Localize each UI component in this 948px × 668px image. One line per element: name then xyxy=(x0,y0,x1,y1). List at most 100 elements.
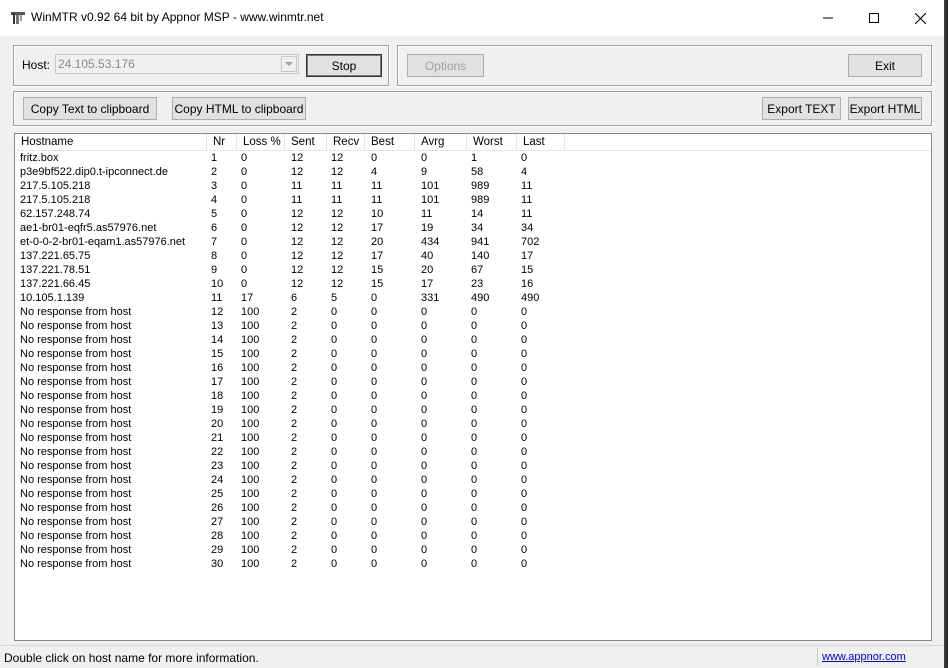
table-row[interactable]: fritz.box 1 0 12 12 0 0 1 0 xyxy=(15,151,931,165)
table-row[interactable]: et-0-0-2-br01-eqam1.as57976.net 7 0 12 12 20 4… xyxy=(15,235,931,249)
exit-button[interactable]: Exit xyxy=(848,54,922,77)
value-cell: 331 xyxy=(421,292,440,304)
value-cell: 0 xyxy=(331,376,338,388)
column-header-hostname[interactable]: Hostname xyxy=(15,134,207,150)
value-cell: 100 xyxy=(241,558,260,570)
value-cell: 16 xyxy=(211,362,224,374)
column-header-last[interactable]: Last xyxy=(517,134,565,150)
table-row[interactable]: 10.105.1.139 11 17 6 5 0 331 490 490 xyxy=(15,291,931,305)
chevron-down-icon xyxy=(285,61,293,66)
table-row[interactable]: No response from host 17 100 2 0 0 0 0 0 xyxy=(15,375,931,389)
value-cell: 15 xyxy=(371,278,384,290)
hostname-cell: No response from host xyxy=(20,516,132,528)
value-cell: 11 xyxy=(331,180,343,192)
hostname-cell: No response from host xyxy=(20,544,132,556)
table-row[interactable]: No response from host 28 100 2 0 0 0 0 0 xyxy=(15,529,931,543)
table-row[interactable]: No response from host 25 100 2 0 0 0 0 0 xyxy=(15,487,931,501)
table-row[interactable]: No response from host 19 100 2 0 0 0 0 0 xyxy=(15,403,931,417)
table-row[interactable]: No response from host 18 100 2 0 0 0 0 0 xyxy=(15,389,931,403)
value-cell: 27 xyxy=(211,516,224,528)
table-row[interactable]: No response from host 23 100 2 0 0 0 0 0 xyxy=(15,459,931,473)
hostname-cell: 217.5.105.218 xyxy=(20,180,91,192)
table-row[interactable]: No response from host 22 100 2 0 0 0 0 0 xyxy=(15,445,931,459)
value-cell: 0 xyxy=(471,488,478,500)
value-cell: 20 xyxy=(371,236,384,248)
table-row[interactable]: No response from host 20 100 2 0 0 0 0 0 xyxy=(15,417,931,431)
column-header-best[interactable]: Best xyxy=(365,134,415,150)
table-row[interactable]: 62.157.248.74 5 0 12 12 10 11 14 11 xyxy=(15,207,931,221)
value-cell: 100 xyxy=(241,460,260,472)
column-header-avrg[interactable]: Avrg xyxy=(415,134,467,150)
maximize-button[interactable] xyxy=(851,0,897,36)
table-row[interactable]: No response from host 26 100 2 0 0 0 0 0 xyxy=(15,501,931,515)
table-row[interactable]: 137.221.65.75 8 0 12 12 17 40 140 17 xyxy=(15,249,931,263)
value-cell: 100 xyxy=(241,334,260,346)
value-cell: 24 xyxy=(211,474,224,486)
value-cell: 0 xyxy=(421,544,428,556)
host-input[interactable] xyxy=(58,56,278,72)
hostname-cell: p3e9bf522.dip0.t-ipconnect.de xyxy=(20,166,169,178)
list-header: Hostname Nr Loss % Sent Recv Best Avrg Worst Las… xyxy=(15,134,931,151)
export-html-button[interactable]: Export HTML xyxy=(848,97,922,120)
value-cell: 0 xyxy=(471,530,478,542)
winmtr-icon xyxy=(11,12,25,24)
value-cell: 0 xyxy=(521,488,528,500)
options-button[interactable]: Options xyxy=(407,54,484,77)
value-cell: 0 xyxy=(371,488,378,500)
status-link-pane: www.appnor.com xyxy=(817,648,943,666)
value-cell: 702 xyxy=(521,236,540,248)
value-cell: 9 xyxy=(211,264,218,276)
table-row[interactable]: No response from host 13 100 2 0 0 0 0 0 xyxy=(15,319,931,333)
title-bar[interactable]: WinMTR v0.92 64 bit by Appnor MSP - www.… xyxy=(0,0,944,36)
table-row[interactable]: No response from host 16 100 2 0 0 0 0 0 xyxy=(15,361,931,375)
column-header-worst[interactable]: Worst xyxy=(467,134,517,150)
table-row[interactable]: No response from host 30 100 2 0 0 0 0 0 xyxy=(15,557,931,571)
copy-text-button[interactable]: Copy Text to clipboard xyxy=(23,97,157,120)
table-row[interactable]: No response from host 27 100 2 0 0 0 0 0 xyxy=(15,515,931,529)
table-row[interactable]: 217.5.105.218 3 0 11 11 11 101 989 11 xyxy=(15,179,931,193)
value-cell: 0 xyxy=(521,474,528,486)
value-cell: 12 xyxy=(291,208,304,220)
appnor-link[interactable]: www.appnor.com xyxy=(822,651,906,663)
value-cell: 15 xyxy=(211,348,224,360)
value-cell: 12 xyxy=(291,264,304,276)
host-combobox[interactable] xyxy=(55,54,299,74)
value-cell: 100 xyxy=(241,320,260,332)
hostname-cell: No response from host xyxy=(20,334,132,346)
column-header-loss[interactable]: Loss % xyxy=(237,134,285,150)
status-text: Double click on host name for more infor… xyxy=(4,651,259,665)
value-cell: 58 xyxy=(471,166,484,178)
value-cell: 2 xyxy=(211,166,218,178)
table-row[interactable]: 137.221.66.45 10 0 12 12 15 17 23 16 xyxy=(15,277,931,291)
close-button[interactable] xyxy=(897,0,943,36)
value-cell: 0 xyxy=(331,404,338,416)
table-row[interactable]: No response from host 24 100 2 0 0 0 0 0 xyxy=(15,473,931,487)
table-row[interactable]: No response from host 21 100 2 0 0 0 0 0 xyxy=(15,431,931,445)
table-row[interactable]: 137.221.78.51 9 0 12 12 15 20 67 15 xyxy=(15,263,931,277)
table-row[interactable]: No response from host 14 100 2 0 0 0 0 0 xyxy=(15,333,931,347)
column-header-nr[interactable]: Nr xyxy=(207,134,237,150)
copy-html-button[interactable]: Copy HTML to clipboard xyxy=(172,97,306,120)
table-row[interactable]: 217.5.105.218 4 0 11 11 11 101 989 11 xyxy=(15,193,931,207)
value-cell: 11 xyxy=(331,194,343,206)
results-list[interactable]: Hostname Nr Loss % Sent Recv Best Avrg Worst Las… xyxy=(14,133,932,641)
column-header-sent[interactable]: Sent xyxy=(285,134,327,150)
value-cell: 17 xyxy=(241,292,254,304)
value-cell: 100 xyxy=(241,446,260,458)
table-row[interactable]: ae1-br01-eqfr5.as57976.net 6 0 12 12 17 19 34 34 xyxy=(15,221,931,235)
stop-button[interactable]: Stop xyxy=(306,54,382,77)
host-dropdown-button[interactable] xyxy=(281,56,297,72)
minimize-button[interactable] xyxy=(805,0,851,36)
table-row[interactable]: No response from host 29 100 2 0 0 0 0 0 xyxy=(15,543,931,557)
value-cell: 12 xyxy=(331,264,344,276)
table-row[interactable]: p3e9bf522.dip0.t-ipconnect.de 2 0 12 12 4 9 58 4 xyxy=(15,165,931,179)
value-cell: 0 xyxy=(371,404,378,416)
table-row[interactable]: No response from host 12 100 2 0 0 0 0 0 xyxy=(15,305,931,319)
window-title: WinMTR v0.92 64 bit by Appnor MSP - www.… xyxy=(31,10,324,24)
export-text-button[interactable]: Export TEXT xyxy=(762,97,841,120)
hostname-cell: 62.157.248.74 xyxy=(20,208,91,220)
value-cell: 0 xyxy=(421,516,428,528)
column-header-recv[interactable]: Recv xyxy=(327,134,365,150)
value-cell: 17 xyxy=(371,250,384,262)
table-row[interactable]: No response from host 15 100 2 0 0 0 0 0 xyxy=(15,347,931,361)
